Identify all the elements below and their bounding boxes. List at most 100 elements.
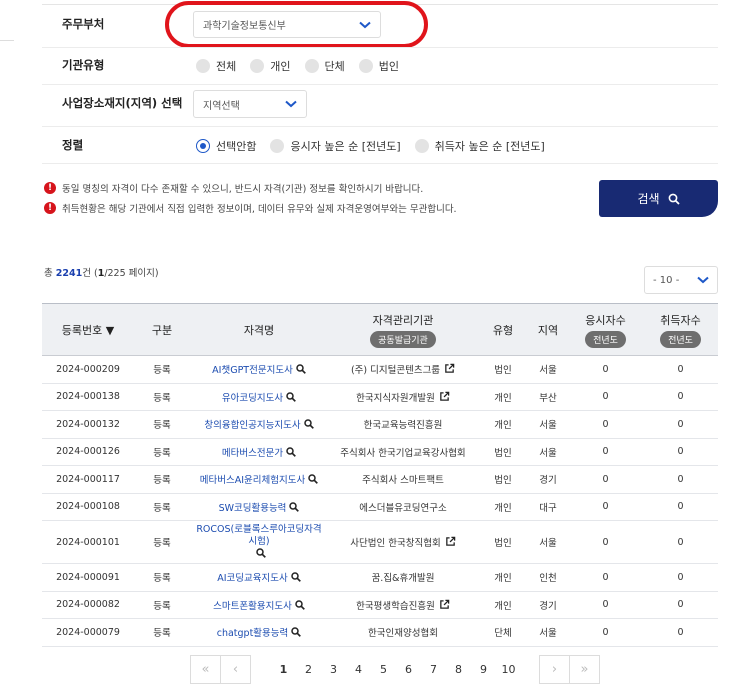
page-number-8[interactable]: 8	[446, 663, 471, 676]
table-row: 2024-000126 등록 메타버스전문가 주식회사 한국기업교육강사협회 법인 서울 0…	[42, 438, 718, 466]
table-header-row: 등록번호 ▼ 구분 자격명 자격관리기관 공동발급기관 유형 지역 응시자수 전…	[42, 303, 718, 356]
cell-name: AI코딩교육지도사	[190, 563, 328, 592]
prev-page-button[interactable]: ‹	[220, 655, 251, 684]
cell-applicants: 0	[568, 563, 643, 592]
qualification-link[interactable]: 창의융합인공지능지도사	[204, 420, 300, 431]
external-link-icon[interactable]	[444, 363, 455, 374]
radio-sort-none[interactable]: 선택안함	[196, 138, 256, 154]
org-type-radios: 전체 개인 단체 법인	[196, 58, 413, 74]
cell-category: 등록	[134, 618, 190, 647]
notice-2: ! 취득현황은 해당 기관에서 직접 입력한 정보이며, 데이터 유무와 실제 …	[44, 201, 457, 215]
qualification-link[interactable]: AI챗GPT전문지도사	[212, 365, 293, 376]
page-number-4[interactable]: 4	[346, 663, 371, 676]
radio-dot[interactable]	[196, 59, 210, 73]
cell-applicants: 0	[568, 465, 643, 494]
radio-sort-applicants[interactable]: 응시자 높은 순 [전년도]	[270, 138, 401, 154]
cell-category: 등록	[134, 410, 190, 439]
cell-applicants: 0	[568, 493, 643, 521]
cell-region: 경기	[528, 465, 568, 494]
qualification-link[interactable]: 유아코딩지도사	[222, 393, 283, 404]
table-row: 2024-000079 등록 chatgpt활용능력 한국인재양성협회 단체 서울 0 0	[42, 618, 718, 647]
cell-type: 단체	[478, 618, 528, 647]
cell-region: 서울	[528, 438, 568, 466]
org-name: (주) 디지털콘텐츠그룹	[350, 365, 441, 377]
results-table: 등록번호 ▼ 구분 자격명 자격관리기관 공동발급기관 유형 지역 응시자수 전…	[42, 303, 718, 647]
cell-org: 한국지식자원개발원	[328, 383, 478, 411]
external-link-icon[interactable]	[439, 391, 450, 402]
col-reg-no[interactable]: 등록번호 ▼	[42, 303, 134, 356]
table-row: 2024-000108 등록 SW코딩활용능력 에스더블유코딩연구소 개인 대구 0 0	[42, 493, 718, 521]
cell-org: 한국교육능력진흥원	[328, 410, 478, 439]
cell-applicants: 0	[568, 591, 643, 619]
org-name: 한국지식자원개발원	[356, 392, 435, 404]
radio-dot[interactable]	[414, 139, 429, 153]
col-applicants: 응시자수 전년도	[568, 303, 643, 356]
radio-dot-selected[interactable]	[196, 139, 210, 153]
last-page-button[interactable]: »	[569, 655, 600, 684]
radio-dot[interactable]	[358, 59, 373, 73]
radio-all[interactable]: 전체	[196, 58, 236, 74]
page-size-value: - 10 -	[653, 274, 680, 286]
page-number-5[interactable]: 5	[371, 663, 396, 676]
search-icon[interactable]	[290, 572, 301, 583]
cell-org: 주식회사 스마트팩트	[328, 465, 478, 494]
col-acquirers-label: 취득자수	[660, 313, 701, 327]
cell-org: 꿈.집&휴개발원	[328, 563, 478, 592]
search-icon[interactable]	[255, 548, 266, 559]
radio-individual[interactable]: 개인	[250, 58, 291, 74]
cell-region: 서울	[528, 520, 568, 564]
org-name: 주식회사 한국기업교육강사협회	[340, 447, 466, 459]
qualification-link[interactable]: ROCOS(로블록스루아코딩자격시험)	[195, 524, 323, 549]
search-icon[interactable]	[303, 419, 314, 430]
next-page-button[interactable]: ›	[539, 655, 570, 684]
qualification-link[interactable]: 스마트폰활용지도사	[213, 601, 292, 612]
search-icon[interactable]	[295, 600, 305, 610]
radio-group[interactable]: 단체	[304, 58, 345, 74]
radio-dot[interactable]	[270, 139, 285, 153]
cell-acquirers: 0	[643, 355, 718, 384]
page-size-select[interactable]: - 10 -	[644, 266, 718, 294]
qualification-link[interactable]: 메타버스AI윤리체험지도사	[200, 475, 305, 486]
radio-dot[interactable]	[304, 59, 319, 73]
cell-name: 유아코딩지도사	[190, 383, 328, 411]
first-page-button[interactable]: «	[190, 655, 221, 684]
region-select[interactable]: 지역선택	[193, 90, 307, 118]
col-region: 지역	[528, 303, 568, 356]
page-number-2[interactable]: 2	[296, 663, 321, 676]
search-icon[interactable]	[291, 627, 302, 638]
search-icon[interactable]	[296, 364, 306, 375]
page-number-3[interactable]: 3	[321, 663, 346, 676]
cell-name: ROCOS(로블록스루아코딩자격시험)	[190, 520, 328, 564]
qualification-link[interactable]: chatgpt활용능력	[217, 628, 289, 639]
region-row: 사업장소재지(지역) 선택	[62, 89, 182, 117]
radio-corporation[interactable]: 법인	[358, 58, 399, 74]
page-number-10[interactable]: 10	[496, 663, 521, 676]
pagination: « ‹ 1 2 3 4 5 6 7 8 9 10 › »	[190, 655, 600, 684]
cell-name: 스마트폰활용지도사	[190, 591, 328, 619]
radio-dot[interactable]	[250, 59, 265, 73]
org-type-row: 기관유형	[62, 51, 104, 79]
page-number-1[interactable]: 1	[271, 663, 296, 676]
page-number-7[interactable]: 7	[421, 663, 446, 676]
cell-reg-no: 2024-000101	[42, 520, 134, 564]
radio-sort-acquirers[interactable]: 취득자 높은 순 [전년도]	[414, 138, 545, 154]
cell-reg-no: 2024-000082	[42, 591, 134, 619]
chevron-down-icon	[697, 276, 709, 284]
search-icon[interactable]	[308, 474, 319, 485]
qualification-link[interactable]: 메타버스전문가	[222, 448, 283, 459]
agency-label: 주무부처	[62, 17, 105, 31]
page-number-9[interactable]: 9	[471, 663, 496, 676]
search-icon[interactable]	[286, 392, 296, 402]
cell-region: 서울	[528, 618, 568, 647]
search-icon[interactable]	[289, 502, 300, 512]
search-button[interactable]: 검색	[599, 180, 718, 217]
cell-region: 경기	[528, 591, 568, 619]
qualification-link[interactable]: AI코딩교육지도사	[217, 573, 287, 584]
qualification-link[interactable]: SW코딩활용능력	[219, 503, 287, 514]
search-icon[interactable]	[286, 447, 296, 457]
page-number-6[interactable]: 6	[396, 663, 421, 676]
external-link-icon[interactable]	[439, 599, 450, 610]
org-name: 사단법인 한국창직협회	[350, 538, 441, 549]
cell-reg-no: 2024-000209	[42, 355, 134, 384]
external-link-icon[interactable]	[445, 536, 456, 547]
